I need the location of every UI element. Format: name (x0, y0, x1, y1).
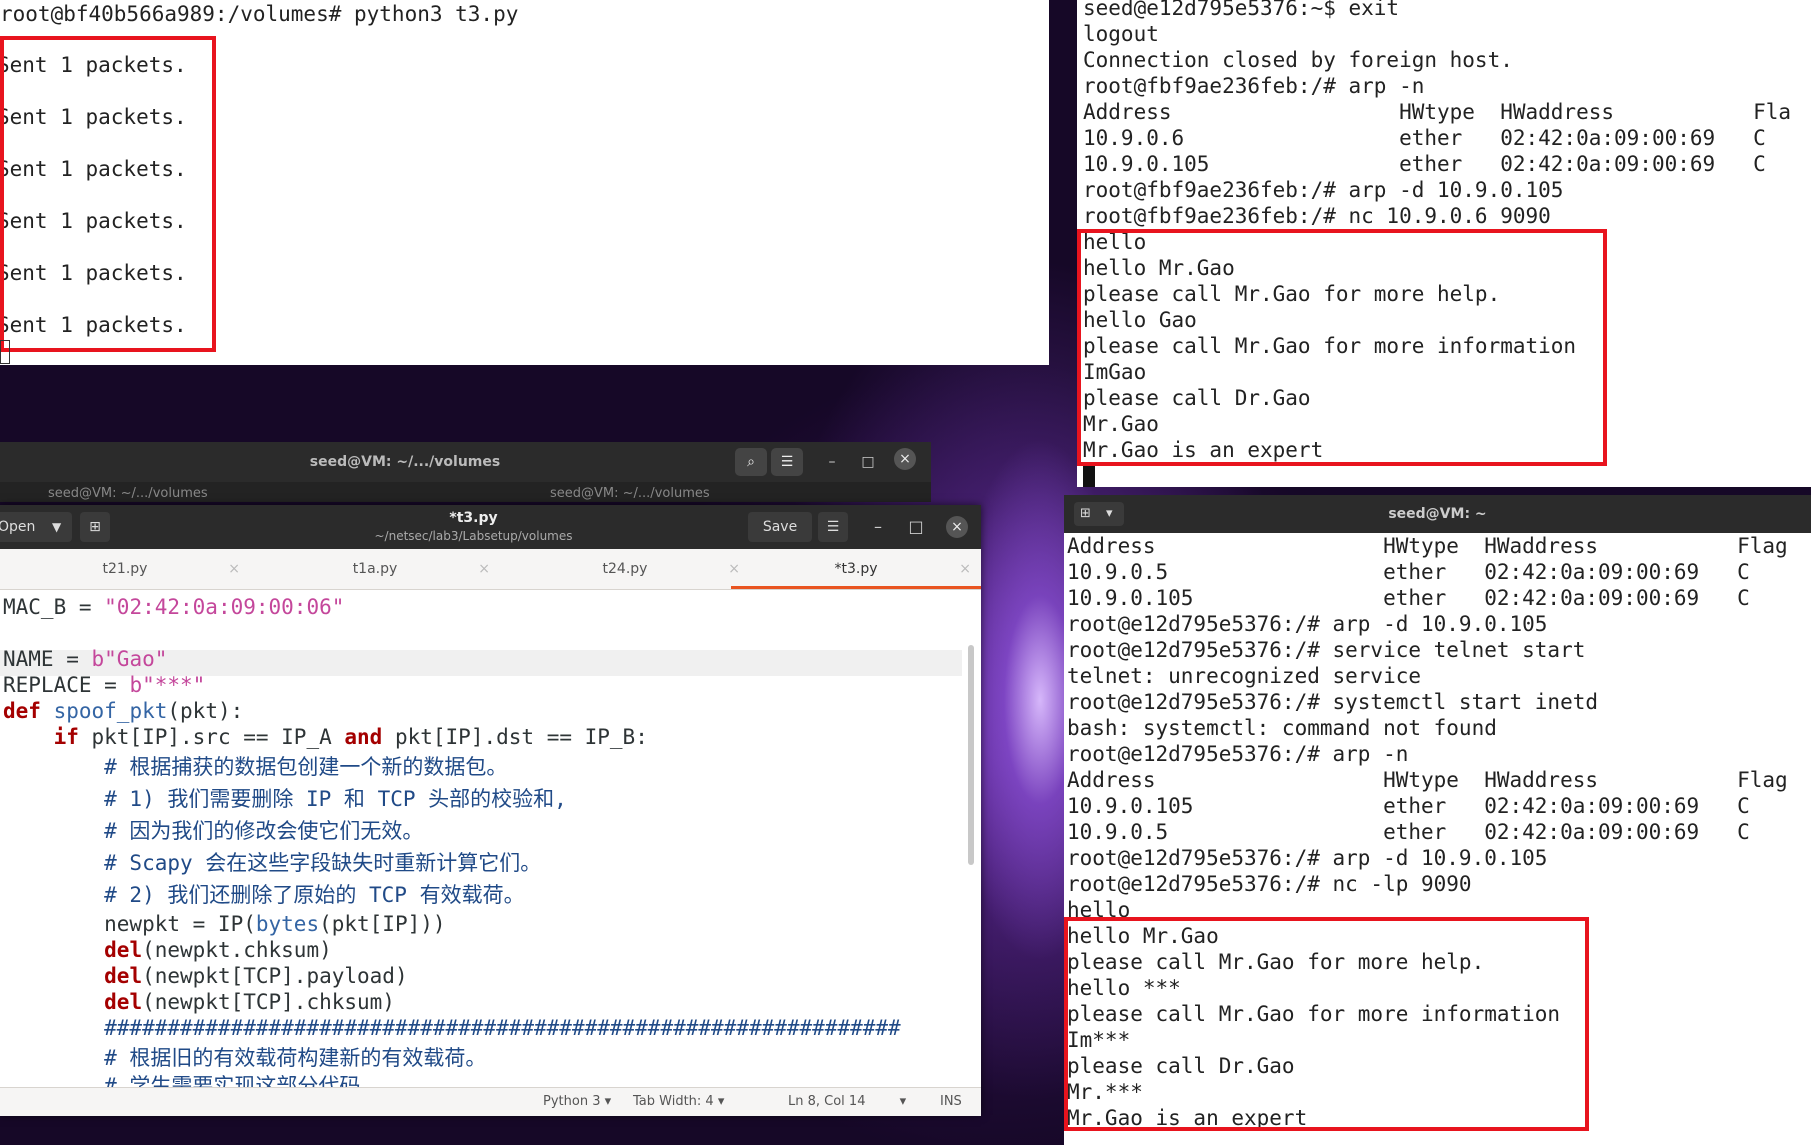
terminal-line: bash: systemctl: command not found (1067, 716, 1497, 740)
language-selector[interactable]: Python 3 ▾ (543, 1088, 611, 1116)
tab-label: *t3.py (834, 561, 878, 577)
terminal-line: Connection closed by foreign host. (1083, 48, 1513, 72)
tab-label: t1a.py (352, 561, 398, 577)
maximize-icon[interactable]: □ (858, 448, 878, 476)
terminal-line: 10.9.0.105 ether 02:42:0a:09:00:69 C (1083, 152, 1766, 176)
close-icon[interactable]: × (478, 549, 490, 589)
gedit-headerbar: Open ▼ ⊞ *t3.py ~/netsec/lab3/Labsetup/v… (0, 505, 981, 549)
window-title: seed@VM: ~/.../volumes (309, 454, 501, 470)
terminal-line: 10.9.0.6 ether 02:42:0a:09:00:69 C (1083, 126, 1766, 150)
cursor-position[interactable]: Ln 8, Col 14 ▾ (788, 1088, 906, 1116)
status-bar: Python 3 ▾ Tab Width: 4 ▾ Ln 8, Col 14 ▾… (0, 1087, 981, 1116)
terminal-line: 10.9.0.5 ether 02:42:0a:09:00:69 C (1067, 820, 1750, 844)
terminal-line: root@e12d795e5376:/# systemctl start ine… (1067, 690, 1599, 714)
code-line: REPLACE = b"***" (3, 673, 206, 697)
terminal-line: root@e12d795e5376:/# nc -lp 9090 (1067, 872, 1472, 896)
menu-icon[interactable]: ☰ (771, 448, 803, 476)
code-line: del(newpkt[TCP].chksum) (104, 990, 395, 1014)
terminal-cursor (0, 340, 10, 364)
code-line: if pkt[IP].src == IP_A and pkt[IP].dst =… (53, 725, 648, 749)
terminal-back-tabs: seed@VM: ~/.../volumes seed@VM: ~/.../vo… (0, 482, 931, 502)
terminal-tab[interactable]: seed@VM: ~/.../volumes (48, 486, 208, 501)
maximize-icon[interactable]: □ (906, 512, 926, 542)
terminal-line: Address HWtype HWaddress Fla (1083, 100, 1792, 124)
tab-bar: t21.py × t1a.py × t24.py × *t3.py × (0, 549, 981, 590)
code-line: MAC_B = "02:42:0a:09:00:06" (3, 595, 345, 619)
code-comment: # Scapy 会在这些字段缺失时重新计算它们。 (3, 851, 542, 875)
menu-icon[interactable]: ☰ (818, 512, 848, 542)
window-title: seed@VM: ~ (1388, 506, 1487, 522)
terminal-line: 10.9.0.105 ether 02:42:0a:09:00:69 C (1067, 586, 1750, 610)
terminal-top-right[interactable]: seed@e12d795e5376:~$ exit logout Connect… (1077, 0, 1811, 487)
terminal-body[interactable]: Address HWtype HWaddress Flag 10.9.0.5 e… (1064, 533, 1811, 1145)
tab-t3[interactable]: *t3.py × (731, 549, 981, 589)
tab-width-label: Tab Width: 4 (633, 1094, 714, 1109)
tab-t1a[interactable]: t1a.py × (250, 549, 500, 589)
code-comment: ########################################… (3, 1016, 901, 1040)
gedit-window[interactable]: Open ▼ ⊞ *t3.py ~/netsec/lab3/Labsetup/v… (0, 505, 981, 1116)
highlight-box (1077, 229, 1607, 466)
search-icon[interactable]: ⌕ (735, 448, 767, 476)
code-line: def spoof_pkt(pkt): (3, 699, 244, 723)
terminal-line: Address HWtype HWaddress Flag (1067, 768, 1788, 792)
terminal-line: logout (1083, 22, 1159, 46)
terminal-top-left[interactable]: root@bf40b566a989:/volumes# python3 t3.p… (0, 0, 1049, 365)
terminal-bottom-right[interactable]: ⊞ ▾ seed@VM: ~ Address HWtype HWaddress … (1064, 495, 1811, 1145)
terminal-line: root@fbf9ae236feb:/# nc 10.9.0.6 9090 (1083, 204, 1551, 228)
cursor-position-label: Ln 8, Col 14 (788, 1094, 866, 1109)
terminal-back-window[interactable]: seed@VM: ~/.../volumes ⌕ ☰ – □ × seed@VM… (0, 442, 931, 502)
insert-mode: INS (940, 1094, 962, 1109)
highlight-box (0, 36, 216, 352)
terminal-line: root@fbf9ae236feb:/# arp -n (1083, 74, 1425, 98)
code-line: newpkt = IP(bytes(pkt[IP])) (3, 912, 446, 936)
tab-t24[interactable]: t24.py × (500, 549, 750, 589)
close-icon[interactable]: × (959, 549, 971, 589)
terminal-line: 10.9.0.105 ether 02:42:0a:09:00:69 C (1067, 794, 1750, 818)
tab-label: t21.py (102, 561, 148, 577)
terminal-prompt-line: root@bf40b566a989:/volumes# python3 t3.p… (0, 2, 519, 26)
tab-t21[interactable]: t21.py × (0, 549, 250, 589)
code-comment: # 学生需要实现这部分代码。 (3, 1074, 382, 1087)
terminal-line: telnet: unrecognized service (1067, 664, 1422, 688)
code-comment: # 根据捕获的数据包创建一个新的数据包。 (3, 755, 508, 779)
code-line: del(newpkt.chksum) (104, 938, 332, 962)
close-icon[interactable]: × (894, 448, 916, 470)
highlight-box (1064, 917, 1589, 1131)
terminal-line: root@fbf9ae236feb:/# arp -d 10.9.0.105 (1083, 178, 1564, 202)
terminal-cursor (1083, 466, 1095, 487)
code-editor[interactable]: MAC_B = "02:42:0a:09:00:06" NAME = b"Gao… (0, 590, 962, 1087)
code-comment: # 根据旧的有效载荷构建新的有效载荷。 (3, 1046, 487, 1070)
tab-width-selector[interactable]: Tab Width: 4 ▾ (633, 1088, 724, 1116)
terminal-line: root@e12d795e5376:/# arp -d 10.9.0.105 (1067, 846, 1548, 870)
save-button[interactable]: Save (748, 512, 812, 542)
code-comment: # 2) 我们还删除了原始的 TCP 有效载荷。 (3, 883, 525, 907)
minimize-icon[interactable]: – (822, 448, 842, 476)
chevron-down-icon: ▾ (604, 1094, 612, 1109)
terminal-line: Address HWtype HWaddress Flag (1067, 534, 1788, 558)
chevron-down-icon: ▾ (717, 1094, 725, 1109)
terminal-line: root@e12d795e5376:/# arp -d 10.9.0.105 (1067, 612, 1548, 636)
minimize-icon[interactable]: – (868, 512, 888, 542)
code-comment: # 1) 我们需要删除 IP 和 TCP 头部的校验和, (3, 787, 567, 811)
code-line: del(newpkt[TCP].payload) (104, 964, 408, 988)
code-comment: # 因为我们的修改会使它们无效。 (3, 819, 424, 843)
terminal-header: ⊞ ▾ seed@VM: ~ (1064, 495, 1811, 533)
terminal-line: root@e12d795e5376:/# service telnet star… (1067, 638, 1586, 662)
terminal-line: root@e12d795e5376:/# arp -n (1067, 742, 1409, 766)
terminal-line: 10.9.0.5 ether 02:42:0a:09:00:69 C (1067, 560, 1750, 584)
editor-scrollbar[interactable] (968, 645, 974, 865)
chevron-down-icon: ▾ (899, 1094, 907, 1109)
close-icon[interactable]: × (228, 549, 240, 589)
language-label: Python 3 (543, 1094, 601, 1109)
code-line: NAME = b"Gao" (3, 647, 168, 671)
terminal-tab[interactable]: seed@VM: ~/.../volumes (550, 486, 710, 501)
terminal-back-header: seed@VM: ~/.../volumes ⌕ ☰ – □ × (0, 442, 931, 482)
tab-label: t24.py (602, 561, 648, 577)
close-icon[interactable]: × (946, 516, 968, 538)
terminal-line: seed@e12d795e5376:~$ exit (1083, 0, 1400, 20)
